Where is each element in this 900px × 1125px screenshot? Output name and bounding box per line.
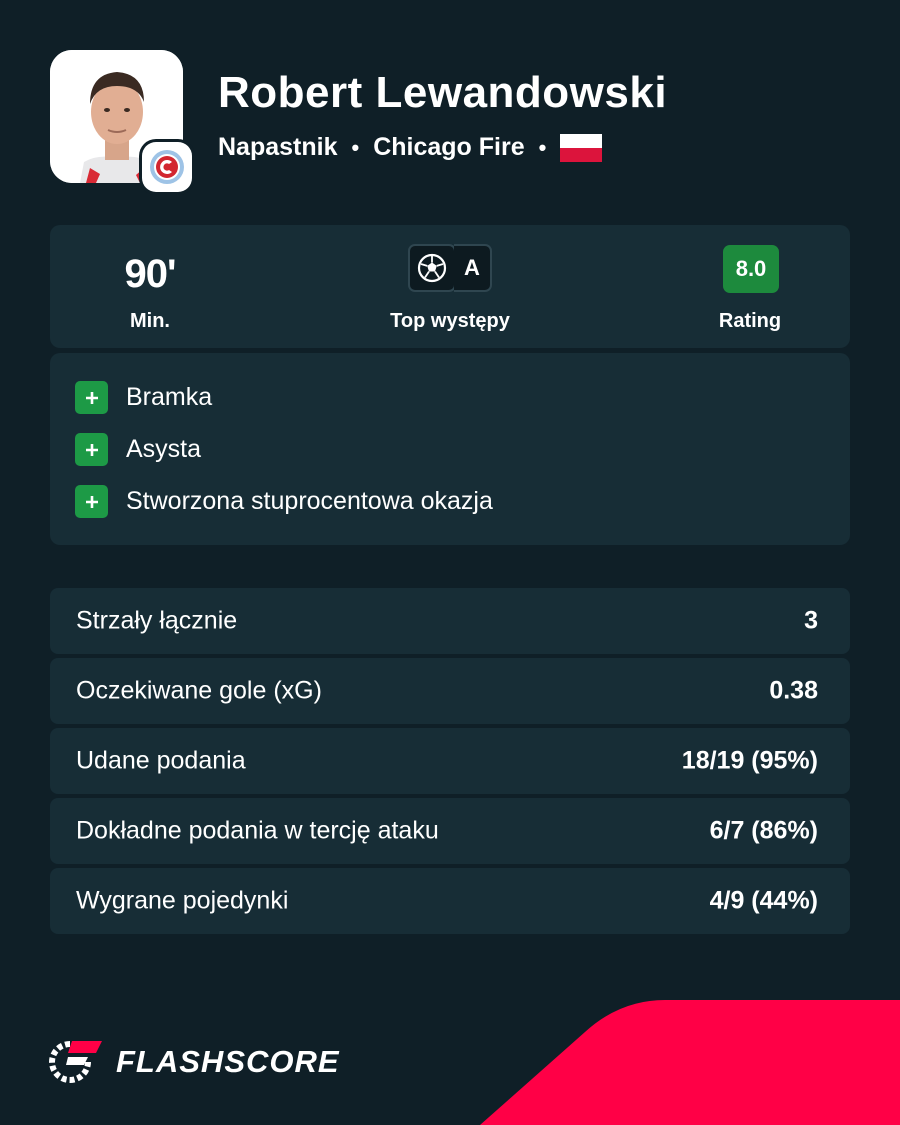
stat-value: 18/19 (95%) <box>681 746 818 775</box>
stat-value: 0.38 <box>769 676 818 705</box>
stat-label: Strzały łącznie <box>76 606 238 635</box>
event-label: Stworzona stuprocentowa okazja <box>126 487 493 515</box>
assist-badge: A <box>454 244 492 292</box>
flashscore-wordmark: FLASHSCORE <box>116 1044 340 1079</box>
event-label: Asysta <box>126 435 202 463</box>
player-position: Napastnik <box>218 133 338 161</box>
stat-label: Wygrane pojedynki <box>76 886 289 915</box>
rating-badge: 8.0 <box>723 245 779 293</box>
stat-label: Oczekiwane gole (xG) <box>76 676 322 705</box>
stat-row-accurate-passes: Udane podania 18/19 (95%) <box>50 728 850 794</box>
stat-value: 4/9 (44%) <box>709 886 818 915</box>
player-name: Robert Lewandowski <box>218 68 668 117</box>
stat-row-duels-won: Wygrane pojedynki 4/9 (44%) <box>50 868 850 934</box>
stat-value: 6/7 (86%) <box>709 816 818 845</box>
match-events-card: Bramka Asysta Stworzona stuprocentowa ok… <box>50 353 850 545</box>
stat-label: Udane podania <box>76 746 246 775</box>
meta-separator: • <box>351 134 360 160</box>
flashscore-logo: FLASHSCORE <box>48 1038 340 1086</box>
event-big-chance-created: Stworzona stuprocentowa okazja <box>75 485 493 518</box>
stat-row-final-third-passes: Dokładne podania w tercję ataku 6/7 (86%… <box>50 798 850 864</box>
player-club: Chicago Fire <box>373 133 525 161</box>
plus-icon <box>75 433 108 466</box>
flashscore-logo-icon <box>49 1041 102 1083</box>
stat-row-expected-goals: Oczekiwane gole (xG) 0.38 <box>50 658 850 724</box>
event-goal: Bramka <box>75 381 212 414</box>
poland-flag-icon <box>560 133 603 162</box>
club-badge-icon <box>142 142 192 192</box>
event-assist: Asysta <box>75 433 201 466</box>
stat-value: 3 <box>804 606 818 635</box>
minutes-played-value: 90' <box>124 252 176 296</box>
soccer-ball-icon <box>408 244 456 292</box>
player-meta: Napastnik • Chicago Fire • <box>218 133 603 162</box>
top-performance-badges: A <box>408 244 492 292</box>
stat-row-total-shots: Strzały łącznie 3 <box>50 588 850 654</box>
rating-label: Rating <box>718 310 782 332</box>
plus-icon <box>75 381 108 414</box>
meta-separator: • <box>538 134 547 160</box>
performance-summary-card: 90' Min. A Top występy 8.0 Rating <box>50 225 850 348</box>
top-performance-label: Top występy <box>390 310 510 332</box>
event-label: Bramka <box>126 383 213 411</box>
plus-icon <box>75 485 108 518</box>
minutes-label: Min. <box>130 310 170 332</box>
stat-label: Dokładne podania w tercję ataku <box>76 816 439 845</box>
